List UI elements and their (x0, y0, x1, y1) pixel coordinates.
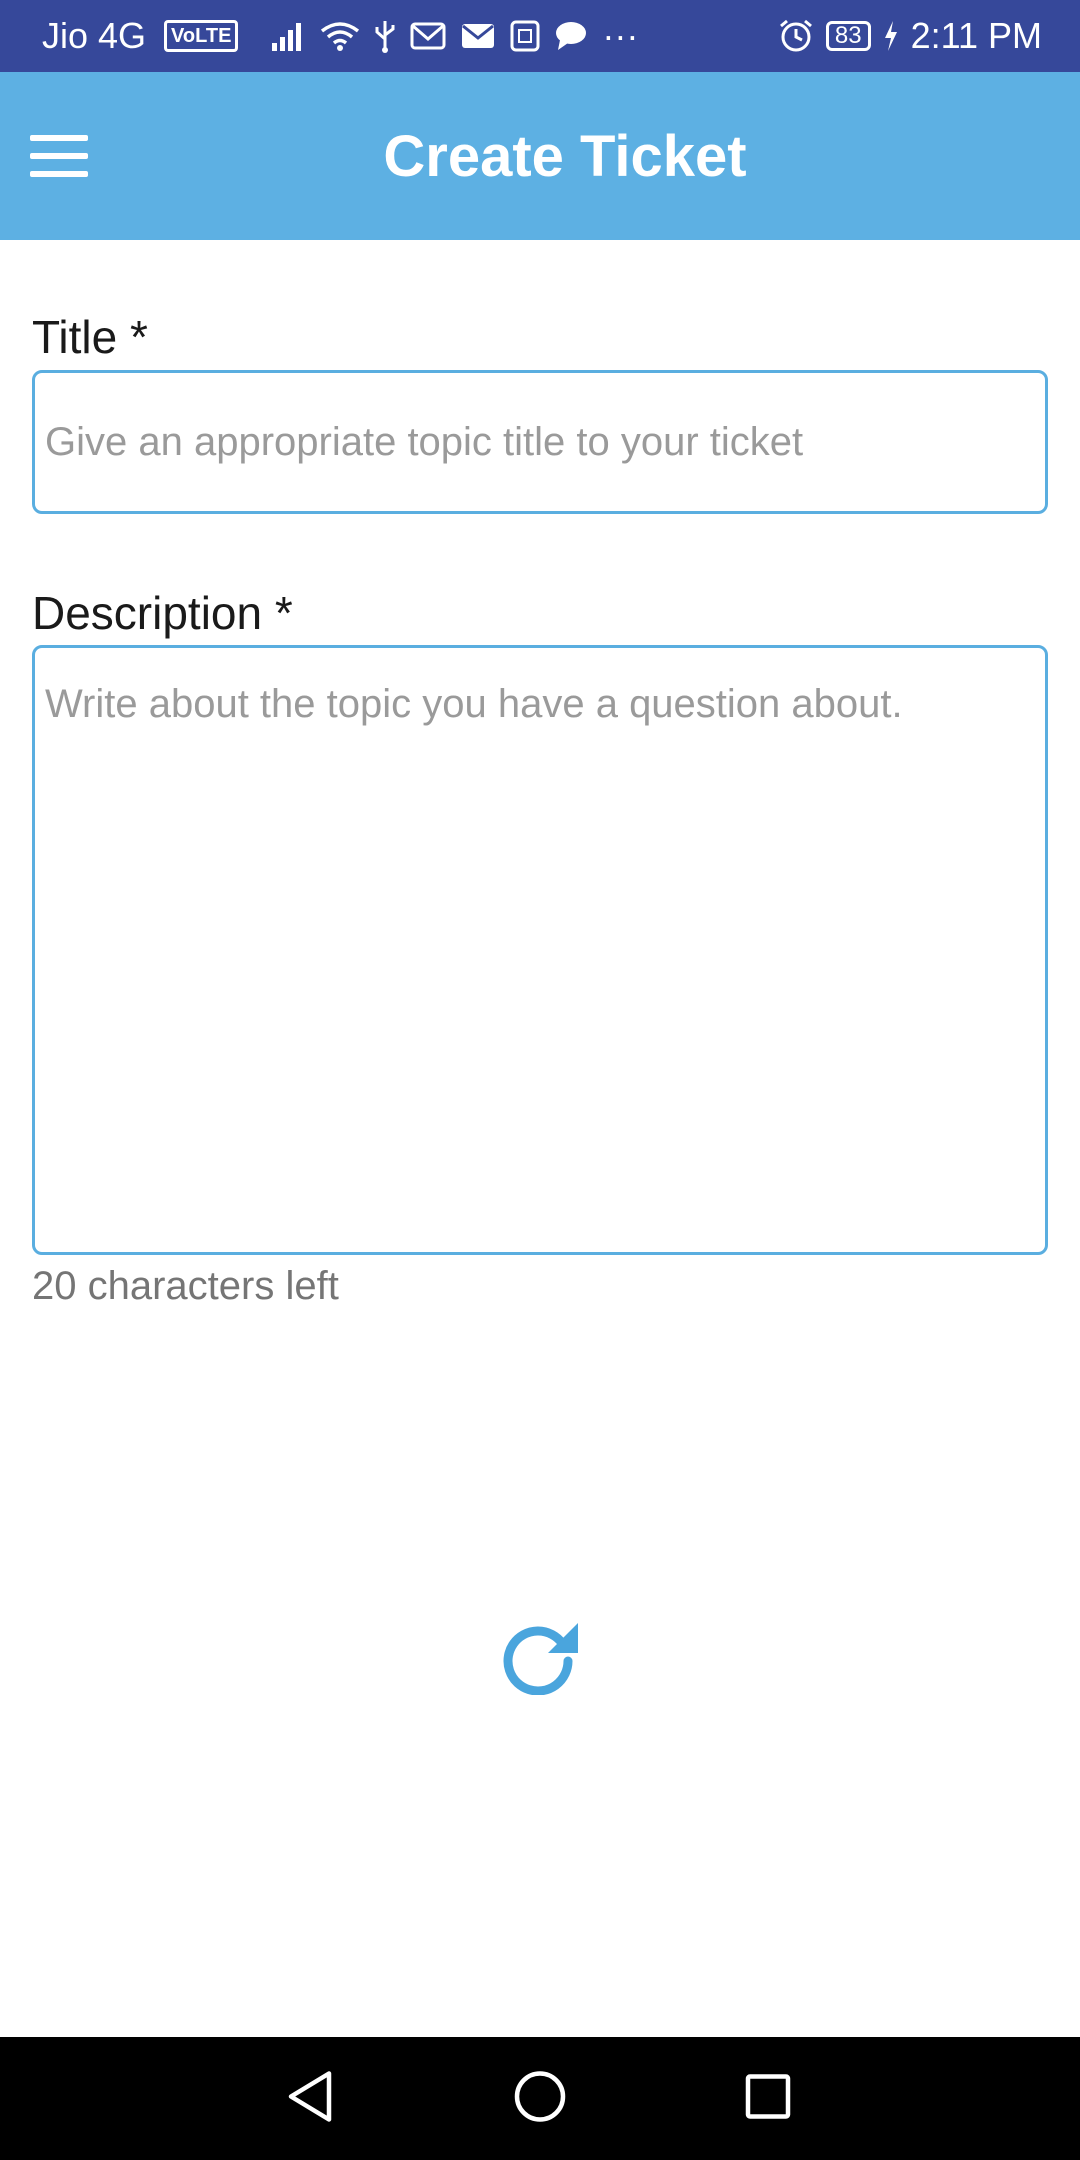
carrier-label: Jio 4G (42, 15, 147, 56)
hamburger-menu-icon[interactable] (30, 135, 88, 177)
alarm-icon (778, 18, 814, 54)
recents-icon[interactable] (744, 2072, 792, 2125)
system-nav-bar (0, 2037, 1080, 2160)
page-title: Create Ticket (383, 123, 747, 189)
character-counter: 20 characters left (32, 1264, 339, 1308)
sim-icon (510, 20, 540, 52)
battery-icon: 83 (825, 21, 871, 51)
usb-icon (374, 19, 396, 53)
volte-badge: VoLTE (164, 20, 239, 52)
wifi-icon (320, 21, 360, 51)
refresh-icon[interactable] (500, 1615, 580, 1696)
description-input[interactable] (32, 645, 1048, 1255)
home-icon[interactable] (513, 2069, 567, 2128)
gmail-icon (410, 21, 446, 51)
back-icon[interactable] (285, 2069, 335, 2128)
title-input[interactable] (32, 370, 1048, 514)
title-label: Title * (32, 311, 148, 363)
signal-icon (272, 21, 306, 51)
charging-icon (883, 21, 899, 51)
overflow-dots: ··· (602, 15, 639, 56)
clock: 2:11 PM (910, 15, 1042, 56)
chat-icon (554, 20, 588, 52)
status-bar: Jio 4G VoLTE ··· 83 2:11 PM (0, 0, 1080, 72)
app-bar: Create Ticket (0, 72, 1080, 240)
battery-level: 83 (834, 22, 862, 49)
description-label: Description * (32, 587, 293, 639)
mail-icon (460, 21, 496, 51)
